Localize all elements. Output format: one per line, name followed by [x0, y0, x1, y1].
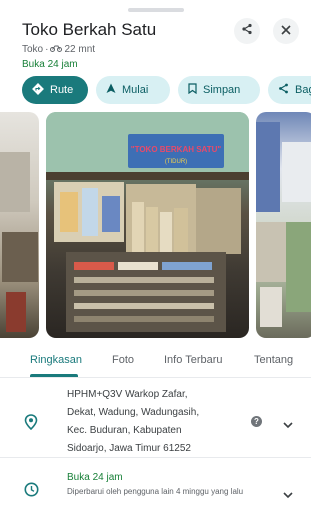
help-icon[interactable]: ? — [251, 416, 262, 427]
separator-dot: · — [45, 44, 49, 55]
photo-thumbnail-previous[interactable] — [0, 112, 39, 338]
action-chips: Rute Mulai Simpan Bagikan — [22, 76, 311, 104]
store-sign-text-line1: "TOKO BERKAH SATU" — [131, 145, 222, 154]
tab-info-terbaru[interactable]: Info Terbaru — [164, 354, 223, 366]
save-label: Simpan — [203, 84, 241, 96]
start-button[interactable]: Mulai — [96, 76, 170, 104]
place-tabs: Ringkasan Foto Info Terbaru Tentang — [0, 350, 311, 378]
place-subtitle: Toko · 22 mnt — [22, 44, 95, 55]
directions-icon — [32, 82, 44, 98]
directions-label: Rute — [50, 84, 74, 96]
address-text: HPHM+Q3V Warkop Zafar, Dekat, Wadung, Wa… — [67, 386, 237, 458]
travel-time: 22 mnt — [64, 44, 96, 55]
close-icon — [281, 22, 291, 40]
tab-ringkasan[interactable]: Ringkasan — [30, 354, 82, 366]
hours-title: Buka 24 jam — [67, 472, 123, 483]
bookmark-icon — [188, 83, 197, 97]
hours-update-note: Diperbarui oleh pengguna lain 4 minggu y… — [67, 487, 244, 496]
photo-thumbnail-next[interactable] — [256, 112, 311, 338]
share-button[interactable] — [234, 18, 260, 44]
place-category: Toko — [22, 44, 44, 55]
share-chip-button[interactable]: Bagikan — [268, 76, 311, 104]
address-line: HPHM+Q3V Warkop Zafar, — [67, 389, 188, 400]
navigation-arrow-icon — [106, 83, 116, 97]
hours-row[interactable]: Buka 24 jam Diperbarui oleh pengguna lai… — [0, 466, 311, 506]
address-line: Sidoarjo, Jawa Timur 61252 — [67, 443, 191, 454]
clock-icon — [24, 482, 39, 502]
tab-tentang[interactable]: Tentang — [254, 354, 293, 366]
store-photo[interactable]: "TOKO BERKAH SATU" (TIDUR) — [46, 112, 249, 338]
place-header: Toko Berkah Satu Toko · 22 mnt Buka 24 j… — [0, 16, 311, 72]
open-hours-status: Buka 24 jam — [22, 59, 78, 70]
store-sign-text-line2: (TIDUR) — [165, 159, 187, 165]
share-icon — [241, 22, 253, 40]
share-label: Bagikan — [295, 84, 311, 96]
place-title: Toko Berkah Satu — [22, 20, 157, 39]
drag-handle[interactable] — [128, 8, 184, 12]
address-line: Dekat, Wadung, Wadungasih, — [67, 407, 200, 418]
address-line: Kec. Buduran, Kabupaten — [67, 425, 182, 436]
photo-carousel[interactable]: "TOKO BERKAH SATU" (TIDUR) — [0, 112, 311, 338]
start-label: Mulai — [122, 84, 149, 96]
location-pin-icon — [24, 414, 38, 435]
close-button[interactable] — [273, 18, 299, 44]
address-row[interactable]: HPHM+Q3V Warkop Zafar, Dekat, Wadung, Wa… — [0, 386, 311, 458]
motorbike-icon — [50, 44, 63, 55]
directions-button[interactable]: Rute — [22, 76, 88, 104]
share-icon — [278, 83, 289, 97]
active-tab-indicator — [30, 374, 78, 377]
tab-foto[interactable]: Foto — [112, 354, 134, 366]
chevron-down-icon[interactable] — [283, 486, 293, 504]
chevron-down-icon[interactable] — [283, 416, 293, 434]
save-button[interactable]: Simpan — [178, 76, 260, 104]
